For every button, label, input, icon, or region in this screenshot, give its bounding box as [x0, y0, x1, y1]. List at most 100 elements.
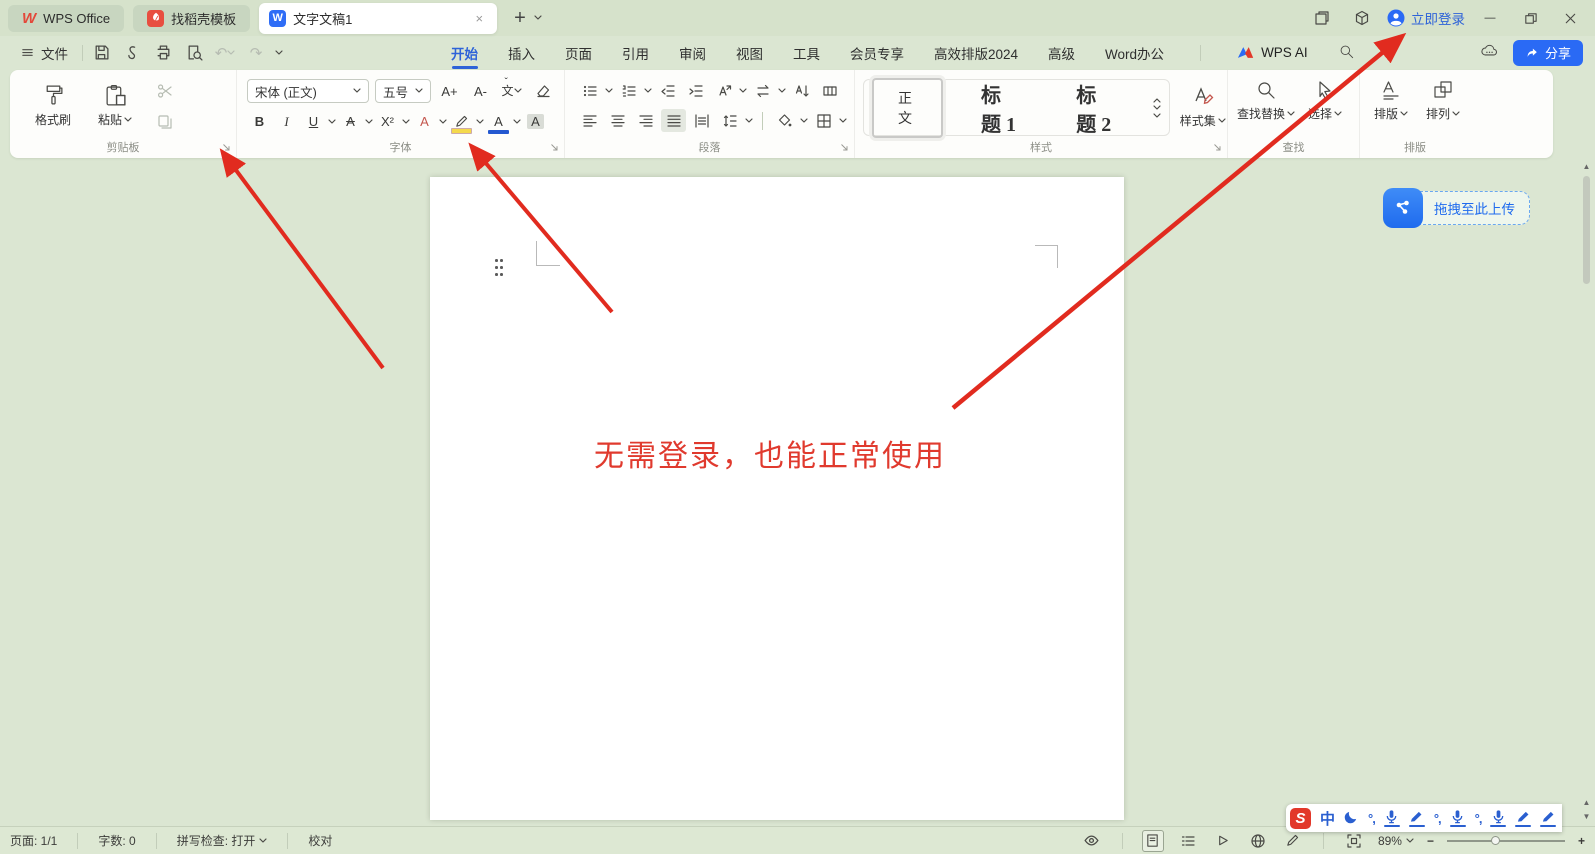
phonetic-guide-button[interactable]: 文 — [499, 80, 524, 103]
new-tab-chevron-icon[interactable] — [534, 15, 542, 21]
ime-voice-button[interactable] — [1450, 809, 1466, 827]
gallery-up-icon[interactable] — [1153, 97, 1161, 103]
login-button[interactable]: 立即登录 — [1387, 8, 1465, 28]
borders-chevron-icon[interactable] — [839, 118, 847, 124]
font-color-chevron-icon[interactable] — [513, 119, 521, 125]
styles-dialog-launcher[interactable] — [1213, 143, 1222, 152]
tab-typeset-2024[interactable]: 高效排版2024 — [934, 36, 1018, 69]
tab-home[interactable]: 开始 — [451, 36, 478, 69]
scroll-up-icon[interactable]: ▲ — [1580, 160, 1593, 172]
distribute-button[interactable] — [689, 109, 714, 132]
ime-voice-button[interactable] — [1384, 809, 1400, 827]
format-painter-button[interactable]: 格式刷 — [28, 84, 78, 128]
borders-button[interactable] — [811, 109, 836, 132]
read-mode-button[interactable] — [1212, 830, 1234, 852]
font-dialog-launcher[interactable] — [550, 143, 559, 152]
ime-moon-icon[interactable] — [1344, 809, 1359, 827]
document-text[interactable]: 无需登录，也能正常使用 — [594, 431, 946, 475]
zoom-level[interactable]: 89% — [1378, 834, 1414, 848]
paragraph-drag-handle[interactable] — [495, 259, 505, 280]
italic-button[interactable]: I — [274, 110, 299, 133]
workspace-cube-icon[interactable] — [1347, 3, 1377, 33]
strikethrough-button[interactable]: A — [338, 110, 363, 133]
ime-handwriting-button[interactable] — [1515, 809, 1531, 827]
clear-format-button[interactable] — [530, 80, 555, 103]
web-layout-button[interactable] — [1247, 830, 1269, 852]
tab-wps-home[interactable]: W WPS Office — [8, 5, 124, 32]
font-name-select[interactable]: 宋体 (正文) — [247, 79, 369, 103]
highlight-color-button[interactable] — [449, 110, 474, 133]
justify-button[interactable] — [661, 109, 686, 132]
tab-member[interactable]: 会员专享 — [850, 36, 904, 69]
superscript-button[interactable]: X² — [375, 110, 400, 133]
print-button[interactable] — [151, 41, 175, 65]
customize-qat-chevron-icon[interactable] — [275, 50, 283, 56]
arrange-button[interactable]: 排列 — [1418, 79, 1468, 122]
tab-view[interactable]: 视图 — [736, 36, 763, 69]
tab-word-office[interactable]: Word办公 — [1105, 36, 1164, 69]
outline-view-button[interactable] — [1177, 830, 1199, 852]
paragraph-dialog-launcher[interactable] — [840, 143, 849, 152]
page-view-button[interactable] — [1142, 830, 1164, 852]
bullet-list-button[interactable] — [577, 79, 602, 102]
align-left-button[interactable] — [577, 109, 602, 132]
numbered-list-button[interactable] — [616, 79, 641, 102]
align-center-button[interactable] — [605, 109, 630, 132]
scrollbar-thumb[interactable] — [1583, 176, 1590, 284]
proofread-button[interactable]: 校对 — [308, 832, 332, 849]
scroll-bottom-icon[interactable]: ▼ — [1580, 810, 1593, 822]
text-effects-button[interactable]: A — [412, 110, 437, 133]
new-tab-button[interactable]: + — [508, 7, 532, 30]
tab-advanced[interactable]: 高级 — [1048, 36, 1075, 69]
tab-insert[interactable]: 插入 — [508, 36, 535, 69]
bold-button[interactable]: B — [247, 110, 272, 133]
save-button[interactable] — [89, 41, 113, 65]
ime-punctuation-icon[interactable]: °, — [1434, 811, 1441, 826]
grow-font-button[interactable]: A+ — [437, 80, 462, 103]
scroll-down-icon[interactable]: ▲ — [1580, 796, 1593, 808]
zoom-slider-thumb[interactable] — [1491, 836, 1500, 845]
increase-indent-button[interactable] — [683, 79, 708, 102]
character-shading-button[interactable]: A — [523, 110, 548, 133]
ime-toolbar[interactable]: S 中 °, °, °, — [1286, 804, 1562, 832]
tab-reference[interactable]: 引用 — [622, 36, 649, 69]
text-direction-chevron-icon[interactable] — [739, 88, 747, 94]
sort-button[interactable] — [789, 79, 814, 102]
swap-chevron-icon[interactable] — [778, 88, 786, 94]
cut-button[interactable] — [152, 79, 177, 102]
ink-button[interactable] — [1282, 830, 1304, 852]
zoom-in-button[interactable]: + — [1578, 834, 1585, 848]
shading-chevron-icon[interactable] — [800, 118, 808, 124]
minimize-button[interactable]: — — [1475, 3, 1505, 33]
spellcheck-toggle[interactable]: 拼写检查: 打开 — [177, 832, 268, 849]
line-spacing-button[interactable] — [717, 109, 742, 132]
close-window-button[interactable] — [1555, 3, 1585, 33]
word-count[interactable]: 字数: 0 — [98, 832, 135, 849]
left-right-convert-button[interactable] — [750, 79, 775, 102]
copy-button[interactable] — [152, 110, 177, 133]
highlight-chevron-icon[interactable] — [476, 119, 484, 125]
gallery-more-icon[interactable] — [1153, 113, 1161, 119]
style-set-button[interactable]: 样式集 — [1178, 86, 1227, 129]
typeset-button[interactable]: 排版 — [1366, 79, 1416, 122]
paste-button[interactable]: 粘贴 — [90, 84, 140, 128]
ime-handwriting-button[interactable] — [1409, 809, 1425, 827]
export-pdf-button[interactable] — [120, 41, 144, 65]
show-marks-button[interactable] — [817, 79, 842, 102]
tab-close-icon[interactable]: × — [472, 11, 488, 26]
clipboard-dialog-launcher[interactable] — [222, 143, 231, 152]
style-heading-1[interactable]: 标题 1 — [961, 70, 1038, 146]
drag-upload-widget[interactable]: 拖拽至此上传 — [1383, 188, 1530, 228]
cloud-sync-button[interactable] — [1480, 42, 1499, 64]
underline-button[interactable]: U — [301, 110, 326, 133]
tab-document[interactable]: W 文字文稿1 × — [259, 3, 497, 34]
ime-punctuation-icon[interactable]: °, — [1368, 811, 1375, 826]
bullet-chevron-icon[interactable] — [605, 88, 613, 94]
ime-voice-button[interactable] — [1490, 809, 1506, 827]
document-page[interactable]: 无需登录，也能正常使用 — [430, 177, 1124, 820]
redo-button[interactable]: ↷ — [244, 41, 268, 65]
shrink-font-button[interactable]: A- — [468, 80, 493, 103]
font-color-button[interactable]: A — [486, 110, 511, 133]
zoom-slider[interactable] — [1447, 840, 1565, 842]
strikethrough-chevron-icon[interactable] — [365, 119, 373, 125]
